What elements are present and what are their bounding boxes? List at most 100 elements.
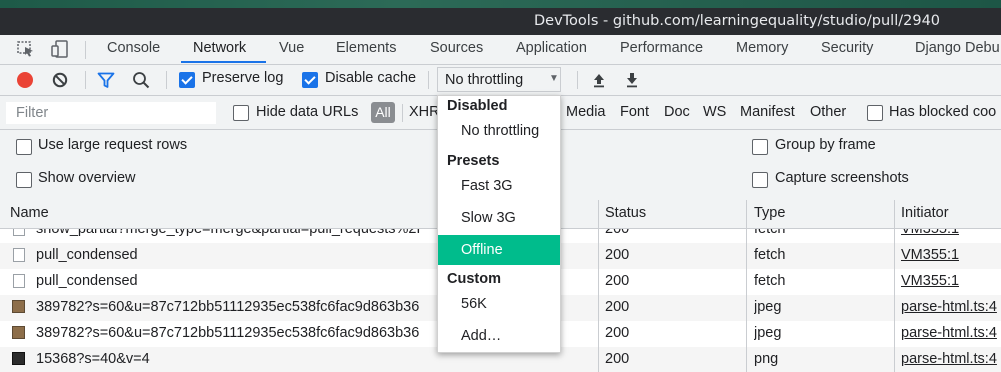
- tab-sources[interactable]: Sources: [430, 40, 483, 56]
- image-icon: [12, 300, 25, 313]
- column-divider[interactable]: [894, 200, 895, 372]
- window-title: DevTools - github.com/learningequality/s…: [534, 13, 941, 29]
- request-status: 200: [605, 273, 630, 289]
- tab-console[interactable]: Console: [107, 40, 160, 56]
- request-type: jpeg: [754, 325, 782, 341]
- export-har-icon[interactable]: [625, 72, 639, 88]
- tab-memory[interactable]: Memory: [736, 40, 788, 56]
- throttling-value: No throttling: [445, 72, 524, 88]
- column-header-type[interactable]: Type: [754, 205, 785, 221]
- request-initiator-link[interactable]: parse-html.ts:4: [901, 299, 997, 315]
- tab-network[interactable]: Network: [193, 40, 246, 56]
- menu-item-no-throttling[interactable]: No throttling: [438, 116, 560, 146]
- has-blocked-cookies-checkbox[interactable]: [867, 105, 883, 121]
- request-initiator-link[interactable]: VM355:1: [901, 229, 959, 237]
- inspect-element-icon[interactable]: [17, 41, 35, 57]
- search-icon[interactable]: [132, 71, 150, 89]
- request-type: jpeg: [754, 299, 782, 315]
- type-filter-font[interactable]: Font: [620, 104, 649, 120]
- hide-data-urls-checkbox[interactable]: [233, 105, 249, 121]
- panel-tabs-bar: Console Network Vue Elements Sources App…: [0, 35, 1001, 65]
- tab-security[interactable]: Security: [821, 40, 873, 56]
- menu-item-add[interactable]: Add…: [438, 321, 560, 351]
- import-har-icon[interactable]: [592, 72, 606, 88]
- request-status: 200: [605, 351, 630, 367]
- throttling-select[interactable]: No throttling ▼: [437, 67, 561, 92]
- capture-screenshots-checkbox[interactable]: [752, 172, 768, 188]
- column-header-initiator[interactable]: Initiator: [901, 205, 949, 221]
- menu-item-slow-3g[interactable]: Slow 3G: [438, 203, 560, 233]
- active-tab-indicator: [181, 61, 266, 63]
- request-name: 15368?s=40&v=4: [36, 351, 150, 367]
- divider: [402, 104, 403, 122]
- request-initiator-link[interactable]: VM355:1: [901, 273, 959, 289]
- tab-vue[interactable]: Vue: [279, 40, 304, 56]
- desktop-background: [0, 0, 1001, 8]
- request-type: fetch: [754, 229, 786, 237]
- column-divider[interactable]: [598, 200, 599, 372]
- divider: [85, 71, 86, 89]
- request-initiator-link[interactable]: parse-html.ts:4: [901, 325, 997, 341]
- request-status: 200: [605, 299, 630, 315]
- image-icon: [12, 326, 25, 339]
- image-icon: [12, 352, 25, 365]
- menu-item-label: No throttling: [461, 123, 540, 139]
- title-bar: DevTools - github.com/learningequality/s…: [0, 8, 1001, 35]
- type-filter-all[interactable]: All: [371, 102, 395, 123]
- filter-input[interactable]: [6, 102, 216, 124]
- menu-item-label: 56K: [461, 296, 487, 312]
- column-header-status[interactable]: Status: [605, 205, 646, 221]
- menu-item-56k[interactable]: 56K: [438, 289, 560, 319]
- column-header-name[interactable]: Name: [10, 205, 49, 221]
- show-overview-label: Show overview: [38, 170, 136, 186]
- tab-performance[interactable]: Performance: [620, 40, 703, 56]
- menu-header-presets: Presets: [447, 153, 500, 169]
- menu-header-disabled: Disabled: [447, 98, 508, 114]
- request-status: 200: [605, 247, 630, 263]
- type-filter-xhr[interactable]: XHR: [409, 104, 440, 120]
- has-blocked-cookies-label: Has blocked coo: [889, 104, 997, 120]
- menu-item-label: Fast 3G: [461, 178, 513, 194]
- group-by-frame-label: Group by frame: [775, 137, 876, 153]
- menu-item-label: Add…: [461, 328, 502, 344]
- disable-cache-checkbox[interactable]: [302, 72, 318, 88]
- group-by-frame-checkbox[interactable]: [752, 139, 768, 155]
- filter-icon[interactable]: [97, 72, 115, 89]
- request-initiator-link[interactable]: VM355:1: [901, 247, 959, 263]
- preserve-log-label: Preserve log: [202, 70, 284, 86]
- devtools-window: DevTools - github.com/learningequality/s…: [0, 0, 1001, 372]
- request-type: png: [754, 351, 779, 367]
- menu-item-fast-3g[interactable]: Fast 3G: [438, 171, 560, 201]
- type-filter-media[interactable]: Media: [566, 104, 606, 120]
- request-status: 200: [605, 325, 630, 341]
- large-rows-checkbox[interactable]: [16, 139, 32, 155]
- tab-django-debug[interactable]: Django Debu: [915, 40, 1000, 56]
- file-icon: [13, 229, 25, 236]
- divider: [85, 41, 86, 59]
- menu-item-offline[interactable]: Offline: [438, 235, 560, 265]
- tab-elements[interactable]: Elements: [336, 40, 396, 56]
- show-overview-checkbox[interactable]: [16, 172, 32, 188]
- preserve-log-checkbox[interactable]: [179, 72, 195, 88]
- clear-icon[interactable]: [52, 72, 68, 88]
- menu-item-label: Offline: [461, 242, 503, 258]
- divider: [428, 71, 429, 89]
- request-initiator-link[interactable]: parse-html.ts:4: [901, 351, 997, 367]
- column-divider[interactable]: [746, 200, 747, 372]
- menu-item-label: Slow 3G: [461, 210, 516, 226]
- menu-header-custom: Custom: [447, 271, 501, 287]
- hide-data-urls-label: Hide data URLs: [256, 104, 359, 120]
- throttling-menu: Disabled No throttling Presets Fast 3G S…: [437, 95, 561, 353]
- tab-application[interactable]: Application: [516, 40, 587, 56]
- file-icon: [13, 248, 25, 262]
- record-icon[interactable]: [17, 72, 33, 88]
- type-filter-ws[interactable]: WS: [703, 104, 726, 120]
- device-toolbar-icon[interactable]: [51, 40, 69, 58]
- type-filter-other[interactable]: Other: [810, 104, 846, 120]
- type-filter-manifest[interactable]: Manifest: [740, 104, 795, 120]
- file-icon: [13, 274, 25, 288]
- disable-cache-label: Disable cache: [325, 70, 417, 86]
- request-status: 200: [605, 229, 630, 237]
- dropdown-arrow-icon: ▼: [549, 73, 559, 84]
- type-filter-doc[interactable]: Doc: [664, 104, 690, 120]
